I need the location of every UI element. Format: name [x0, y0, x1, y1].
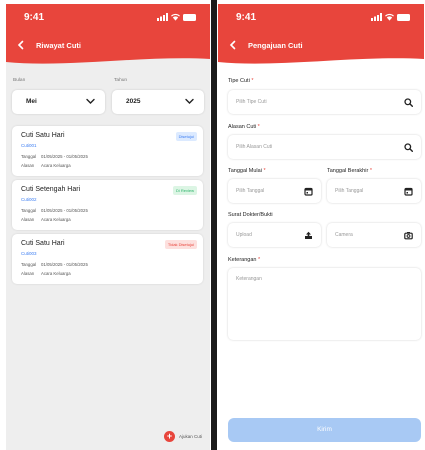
- add-leave-label: Ajukan Cuti: [178, 433, 202, 439]
- leave-card-reason: Alasan Acara Keluarga: [21, 217, 71, 222]
- reason-field[interactable]: Pilih Alasan Cuti: [228, 135, 421, 159]
- leave-card-title: Cuti Satu Hari: [21, 240, 65, 247]
- month-dropdown[interactable]: Mei: [12, 90, 105, 114]
- camera-field[interactable]: Camera: [327, 223, 421, 247]
- leave-card-reason: Alasan Acara Keluarga: [21, 163, 71, 168]
- leave-card-code: Cuti001: [21, 143, 37, 148]
- start-date-field[interactable]: Pilih Tanggal: [228, 179, 321, 203]
- calendar-icon: [304, 187, 313, 196]
- leave-card[interactable]: Cuti Satu Hari Disetujui Cuti001 Tanggal…: [12, 126, 203, 176]
- leave-card-date: Tanggal 01/05/2025 - 01/05/2025: [21, 154, 88, 159]
- upload-field[interactable]: Upload: [228, 223, 321, 247]
- leave-card-date: Tanggal 01/05/2025 - 01/05/2025: [21, 262, 88, 267]
- start-date-placeholder: Pilih Tanggal: [236, 188, 265, 194]
- status-badge: Di Review: [172, 186, 197, 195]
- leave-type-label: Tipe Cuti *: [228, 78, 254, 84]
- header-wave: [6, 58, 210, 67]
- submit-button[interactable]: Kirim: [228, 418, 421, 442]
- plus-icon: +: [163, 430, 175, 442]
- signal-icon: [371, 13, 382, 21]
- leave-card-title: Cuti Satu Hari: [21, 132, 65, 139]
- leave-card[interactable]: Cuti Setengah Hari Di Review Cuti002 Tan…: [12, 180, 203, 230]
- status-badge: Tidak Disetujui: [164, 240, 197, 249]
- upload-icon: [305, 231, 312, 239]
- battery-icon: [183, 13, 196, 21]
- end-date-field[interactable]: Pilih Tanggal: [327, 179, 421, 203]
- search-icon: [404, 98, 413, 107]
- leave-card[interactable]: Cuti Satu Hari Tidak Disetujui Cuti003 T…: [12, 234, 203, 284]
- camera-placeholder: Camera: [335, 232, 353, 238]
- wifi-icon: [385, 13, 394, 21]
- back-arrow-icon[interactable]: [16, 40, 26, 50]
- start-date-label: Tanggal Mulai *: [228, 168, 266, 174]
- year-label: Tahun: [114, 78, 128, 83]
- battery-icon: [397, 13, 410, 21]
- status-time: 9:41: [24, 12, 45, 23]
- reason-placeholder: Pilih Alasan Cuti: [236, 144, 273, 150]
- leave-card-reason: Alasan Acara Keluarga: [21, 271, 71, 276]
- page-title: Riwayat Cuti: [36, 40, 82, 50]
- upload-placeholder: Upload: [236, 232, 252, 238]
- leave-request-screen: 9:41 Pengajuan Cuti Tipe Cuti * Pilih Ti…: [218, 4, 424, 450]
- month-value: Mei: [26, 98, 37, 105]
- calendar-icon: [404, 187, 413, 196]
- notes-placeholder: Keterangan: [236, 276, 262, 282]
- status-badge: Disetujui: [175, 132, 197, 141]
- leave-card-date: Tanggal 01/05/2025 - 01/05/2025: [21, 208, 88, 213]
- month-label: Bulan: [13, 78, 26, 83]
- leave-card-title: Cuti Setengah Hari: [21, 186, 81, 193]
- leave-card-code: Cuti002: [21, 197, 37, 202]
- submit-label: Kirim: [317, 426, 332, 433]
- end-date-placeholder: Pilih Tanggal: [335, 188, 364, 194]
- add-leave-button[interactable]: + Ajukan Cuti: [163, 429, 202, 443]
- leave-type-field[interactable]: Pilih Tipe Cuti: [228, 90, 421, 114]
- notes-label: Keterangan *: [228, 257, 261, 263]
- page-title: Pengajuan Cuti: [248, 40, 303, 50]
- camera-icon: [404, 232, 413, 240]
- signal-icon: [157, 13, 168, 21]
- year-value: 2025: [126, 98, 141, 105]
- nav-bar: Riwayat Cuti: [16, 40, 81, 50]
- notes-textarea[interactable]: Keterangan: [228, 268, 421, 340]
- wifi-icon: [171, 13, 180, 21]
- back-arrow-icon[interactable]: [228, 40, 238, 50]
- status-time: 9:41: [236, 12, 257, 23]
- header: 9:41 Riwayat Cuti: [6, 4, 210, 67]
- search-icon: [404, 143, 413, 152]
- status-icons: [371, 13, 410, 21]
- nav-bar: Pengajuan Cuti: [228, 40, 303, 50]
- reason-label: Alasan Cuti *: [228, 124, 260, 130]
- year-dropdown[interactable]: 2025: [112, 90, 204, 114]
- leave-type-placeholder: Pilih Tipe Cuti: [236, 99, 267, 105]
- chevron-down-icon: [86, 98, 95, 104]
- header-wave: [218, 58, 424, 67]
- divider: [211, 0, 217, 450]
- end-date-label: Tanggal Berakhir *: [327, 168, 372, 174]
- doctor-note-label: Surat Dokter/Bukti: [228, 212, 273, 218]
- leave-card-code: Cuti003: [21, 251, 37, 256]
- header: 9:41 Pengajuan Cuti: [218, 4, 424, 67]
- chevron-down-icon: [185, 98, 194, 104]
- status-icons: [157, 13, 196, 21]
- leave-history-screen: 9:41 Riwayat Cuti Bulan Tahun Mei 2025 C…: [6, 4, 210, 450]
